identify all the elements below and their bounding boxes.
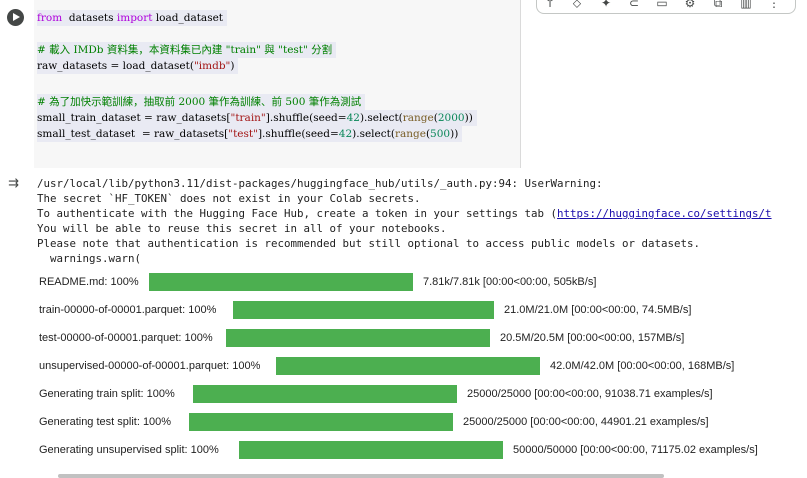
delete-icon[interactable]: ▥	[739, 0, 753, 10]
progress-label: Generating test split: 100%	[39, 416, 172, 428]
progress-stats: 42.0M/42.0M [00:00<00:00, 168MB/s]	[550, 360, 735, 372]
settings-link[interactable]: https://huggingface.co/settings/t	[557, 207, 772, 220]
progress-label: test-00000-of-00001.parquet: 100%	[39, 332, 213, 344]
progress-row: Generating train split: 100% 25000/25000 …	[39, 384, 799, 404]
progress-bar	[239, 441, 503, 459]
progress-stats: 21.0M/21.0M [00:00<00:00, 74.5MB/s]	[504, 304, 692, 316]
code-line: from datasets import load_dataset	[37, 10, 228, 26]
horizontal-scrollbar[interactable]	[58, 474, 664, 478]
code-line: small_test_dataset = raw_datasets["test"…	[37, 126, 463, 142]
stderr-line: To authenticate with the Hugging Face Hu…	[37, 207, 772, 220]
progress-bar	[226, 329, 490, 347]
progress-row: train-00000-of-00001.parquet: 100% 21.0M/…	[39, 300, 799, 320]
progress-bar	[149, 273, 413, 291]
progress-label: Generating train split: 100%	[39, 388, 175, 400]
progress-stats: 25000/25000 [00:00<00:00, 91038.71 examp…	[467, 388, 713, 400]
comment-icon[interactable]: ▭	[655, 0, 669, 10]
progress-label: unsupervised-00000-of-00001.parquet: 100…	[39, 360, 261, 372]
progress-bar	[193, 385, 457, 403]
progress-bar	[276, 357, 540, 375]
code-line: # 載入 IMDb 資料集，本資料集已內建 "train" 與 "test" 分…	[37, 42, 337, 58]
progress-bar	[233, 301, 494, 319]
gear-icon[interactable]: ⚙	[683, 0, 697, 10]
progress-bar	[189, 413, 453, 431]
progress-row: Generating unsupervised split: 100% 50000…	[39, 440, 799, 460]
mirror-icon[interactable]: ⧉	[711, 0, 725, 10]
arrow-up-icon[interactable]: ↑	[543, 0, 557, 10]
code-line: small_train_dataset = raw_datasets["trai…	[37, 110, 477, 126]
output-actions-icon[interactable]: ⇉	[8, 177, 24, 191]
stderr-line: You will be able to reuse this secret in…	[37, 222, 447, 235]
link-icon[interactable]: ⊂	[627, 0, 641, 10]
progress-stats: 7.81k/7.81k [00:00<00:00, 505kB/s]	[423, 276, 597, 288]
progress-label: Generating unsupervised split: 100%	[39, 444, 219, 456]
progress-stats: 25000/25000 [00:00<00:00, 44901.21 examp…	[463, 416, 709, 428]
code-line: # 為了加快示範訓練，抽取前 2000 筆作為訓練、前 500 筆作為測試	[37, 94, 366, 110]
progress-row: test-00000-of-00001.parquet: 100% 20.5M/2…	[39, 328, 799, 348]
more-icon[interactable]: ⋮	[767, 0, 781, 10]
progress-row: Generating test split: 100% 25000/25000 […	[39, 412, 799, 432]
cell-toolbar: ↑ ⬦ ✦ ⊂ ▭ ⚙ ⧉ ▥ ⋮	[536, 0, 796, 14]
code-line: raw_datasets = load_dataset("imdb")	[37, 58, 239, 74]
sparkle-icon[interactable]: ✦	[599, 0, 613, 10]
progress-stats: 50000/50000 [00:00<00:00, 71175.02 examp…	[513, 444, 758, 456]
progress-label: README.md: 100%	[39, 276, 139, 288]
stderr-line: The secret `HF_TOKEN` does not exist in …	[37, 192, 421, 205]
stderr-line: Please note that authentication is recom…	[37, 237, 701, 250]
run-cell-button[interactable]	[7, 9, 24, 26]
progress-label: train-00000-of-00001.parquet: 100%	[39, 304, 217, 316]
stderr-line: /usr/local/lib/python3.11/dist-packages/…	[37, 177, 610, 190]
progress-row: unsupervised-00000-of-00001.parquet: 100…	[39, 356, 799, 376]
stderr-line: warnings.warn(	[37, 252, 142, 265]
arrow-down-icon[interactable]: ⬦	[570, 0, 584, 10]
code-cell[interactable]: from datasets import load_dataset # 載入 IM…	[0, 0, 807, 168]
progress-row: README.md: 100% 7.81k/7.81k [00:00<00:00,…	[39, 272, 799, 292]
progress-stats: 20.5M/20.5M [00:00<00:00, 157MB/s]	[500, 332, 685, 344]
